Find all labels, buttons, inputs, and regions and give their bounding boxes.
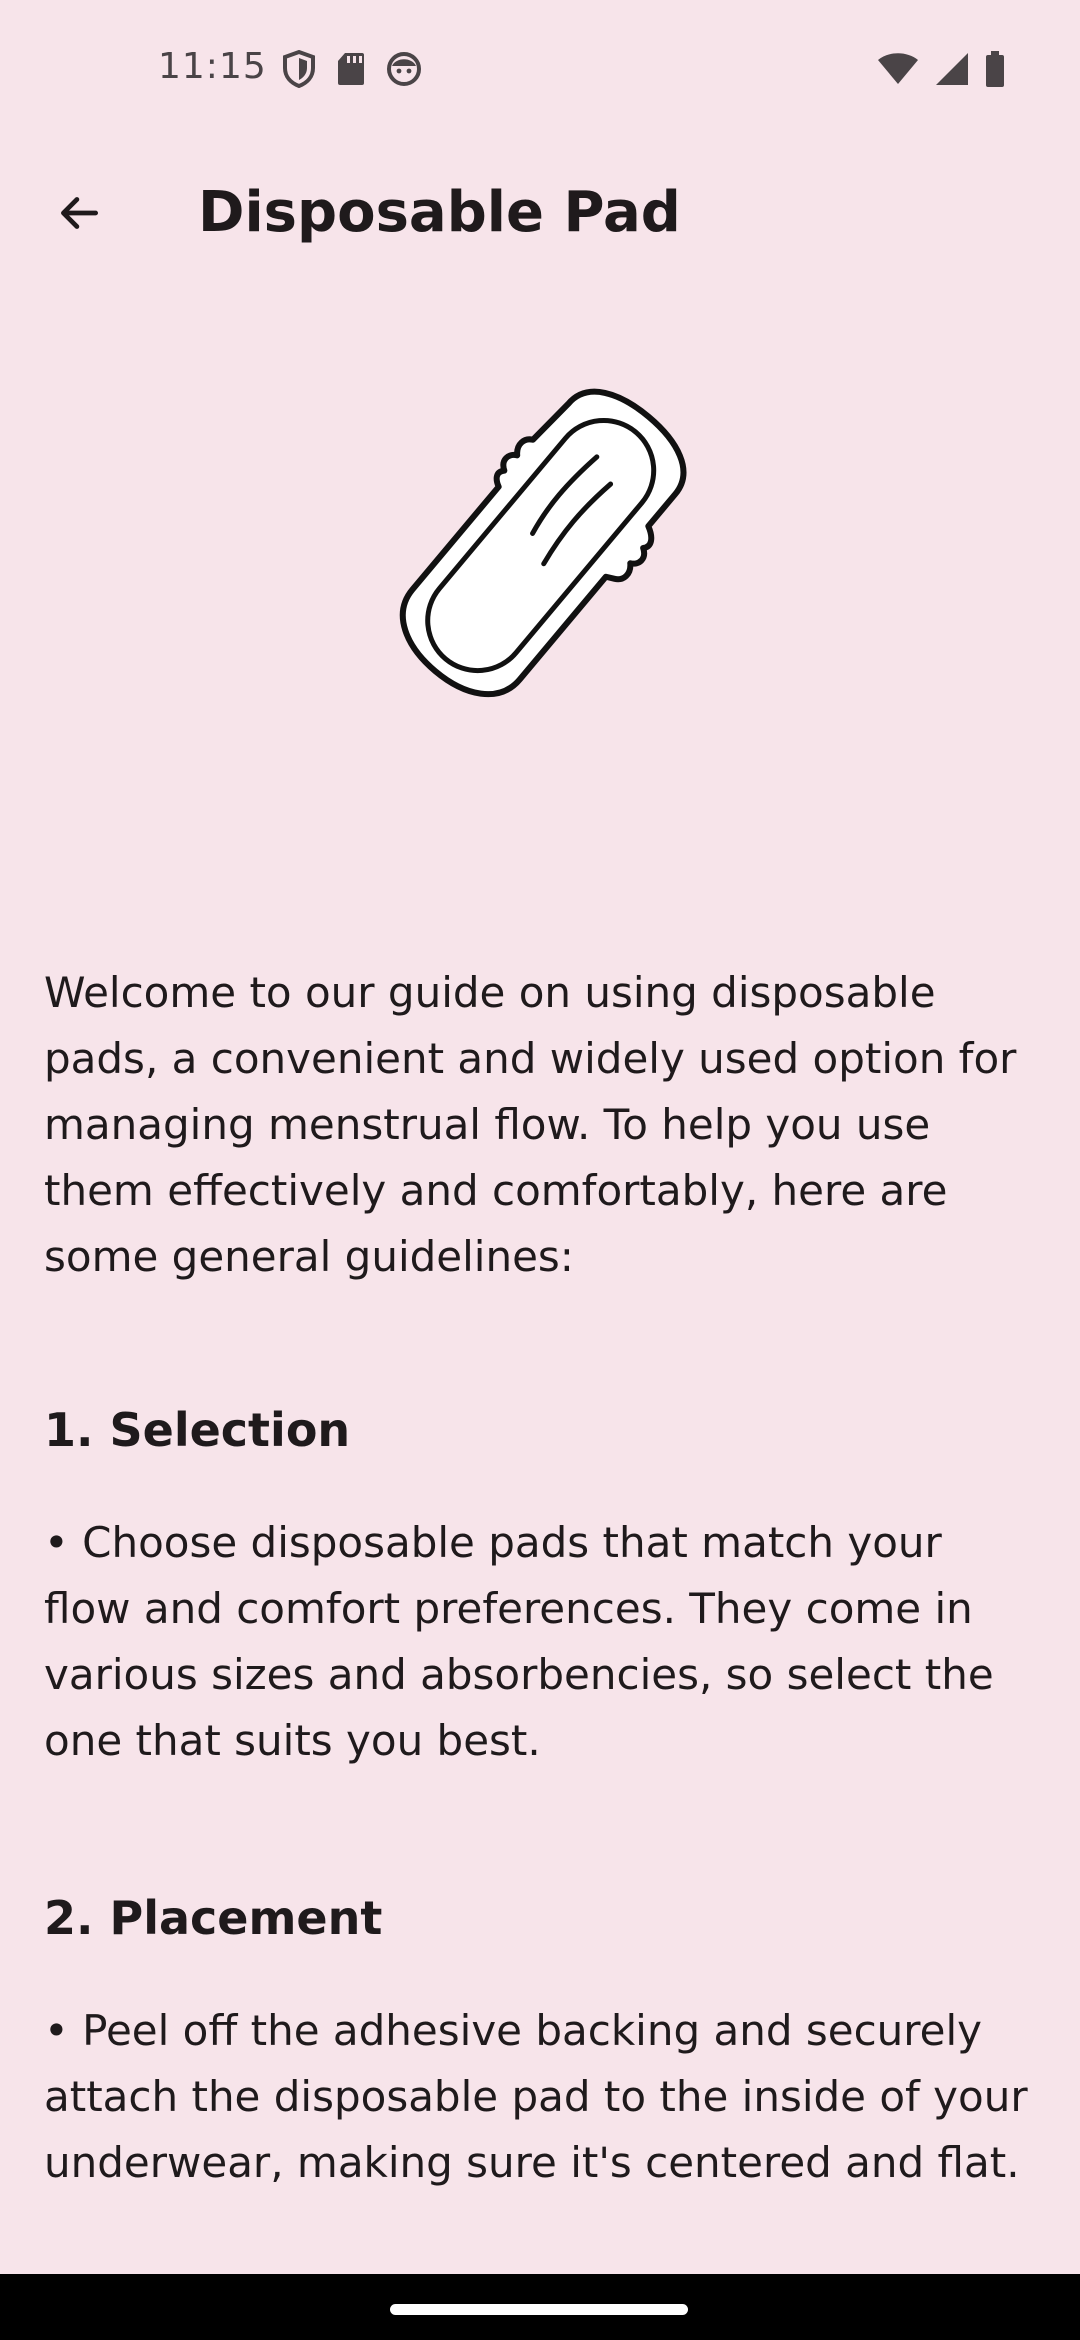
back-button[interactable] bbox=[40, 174, 118, 252]
status-time: 11:15 bbox=[158, 46, 267, 87]
section-heading-selection: 1. Selection bbox=[44, 1403, 351, 1457]
sd-card-icon bbox=[338, 53, 364, 85]
wifi-icon bbox=[878, 53, 918, 84]
status-left-icons bbox=[282, 50, 422, 88]
status-right-icons bbox=[876, 50, 1006, 88]
battery-icon bbox=[986, 51, 1004, 87]
shield-icon bbox=[283, 50, 315, 88]
intro-paragraph: Welcome to our guide on using disposable… bbox=[44, 968, 1017, 1281]
arrow-back-icon bbox=[61, 197, 99, 229]
home-gesture-handle[interactable] bbox=[390, 2304, 688, 2315]
cell-signal-icon bbox=[936, 53, 968, 85]
disposable-pad-illustration bbox=[380, 372, 704, 716]
app-bar: Disposable Pad bbox=[0, 150, 1080, 276]
face-icon bbox=[387, 52, 421, 86]
status-bar: 11:15 bbox=[0, 0, 1080, 140]
section-body-placement: • Peel off the adhesive backing and secu… bbox=[44, 2006, 1028, 2187]
section-heading-placement: 2. Placement bbox=[44, 1891, 383, 1945]
navigation-bar bbox=[0, 2274, 1080, 2340]
guide-content: Welcome to our guide on using disposable… bbox=[44, 960, 1036, 2196]
page-title: Disposable Pad bbox=[198, 180, 681, 245]
section-body-selection: • Choose disposable pads that match your… bbox=[44, 1518, 994, 1765]
